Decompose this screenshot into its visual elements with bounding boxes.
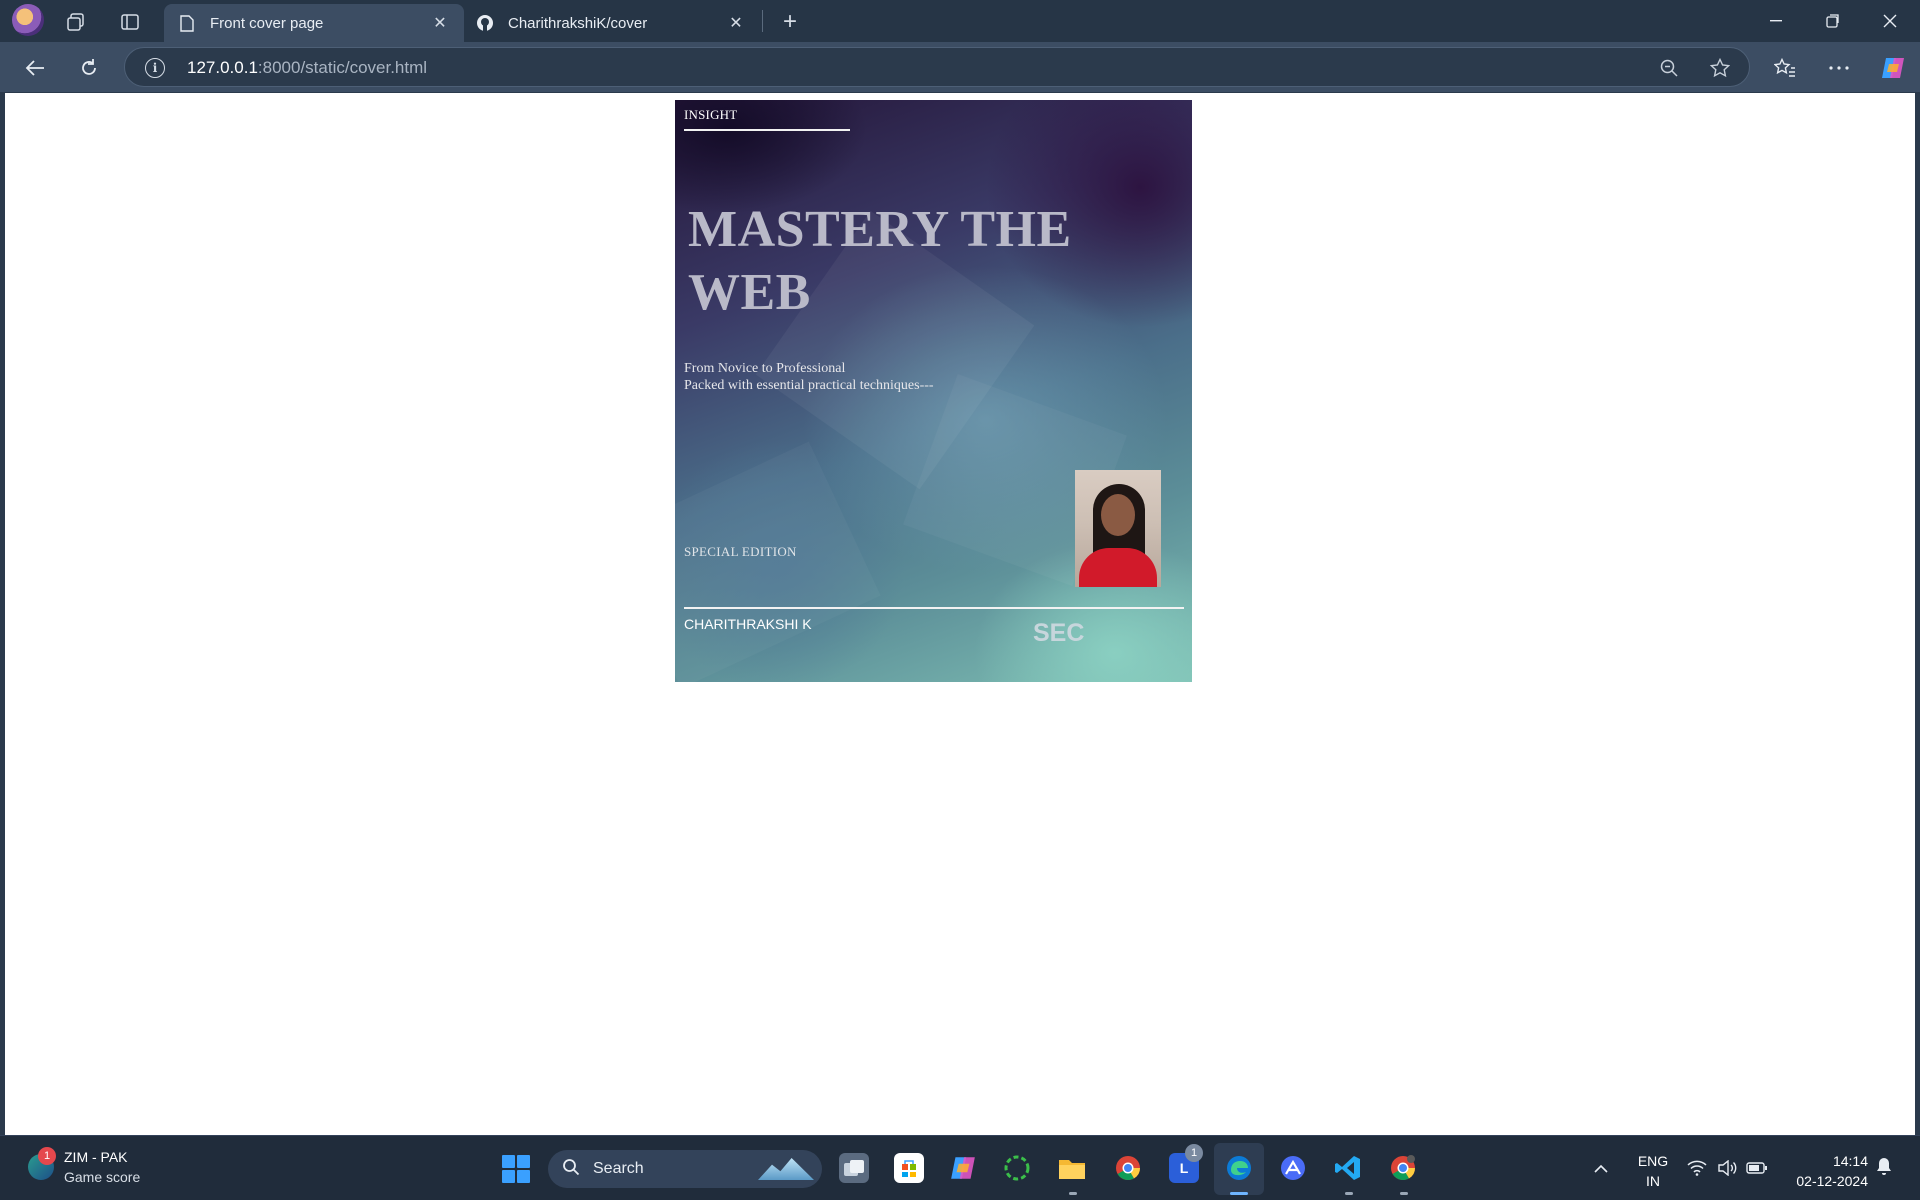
subtitle-line: From Novice to Professional	[684, 361, 846, 376]
running-indicator	[1069, 1192, 1077, 1195]
page-icon	[178, 14, 196, 32]
arc-app-icon[interactable]	[1278, 1153, 1308, 1183]
cover-facet	[675, 441, 881, 682]
task-view-icon[interactable]	[839, 1153, 869, 1183]
chrome-icon[interactable]	[1113, 1153, 1143, 1183]
volume-icon[interactable]	[1716, 1157, 1738, 1179]
back-icon[interactable]	[20, 53, 50, 83]
circle-app-icon[interactable]	[1002, 1153, 1032, 1183]
close-tab-icon[interactable]: ✕	[430, 13, 450, 33]
active-running-indicator	[1230, 1192, 1248, 1195]
tab-front-cover[interactable]: Front cover page ✕	[164, 4, 464, 42]
search-highlight-image	[758, 1158, 814, 1180]
search-label: Search	[593, 1160, 644, 1177]
url-text[interactable]: 127.0.0.1:8000/static/cover.html	[187, 58, 427, 78]
cover-subtitle: From Novice to Professional Packed with …	[684, 360, 934, 394]
publisher-label: INSIGHT	[684, 107, 738, 122]
running-indicator	[1400, 1192, 1408, 1195]
search-icon	[562, 1158, 580, 1181]
taskbar: 1 ZIM - PAK Game score Search L 1 ENG IN…	[0, 1135, 1920, 1200]
address-bar[interactable]: i 127.0.0.1:8000/static/cover.html	[124, 47, 1750, 87]
site-info-icon[interactable]: i	[145, 58, 165, 78]
microsoft-store-icon[interactable]	[894, 1153, 924, 1183]
workspaces-icon[interactable]	[62, 8, 90, 36]
region-code: IN	[1646, 1173, 1660, 1189]
close-window-icon[interactable]	[1862, 0, 1918, 42]
copilot-app-icon[interactable]	[948, 1153, 978, 1183]
tab-bar: Front cover page ✕ CharithrakshiK/cover …	[0, 0, 1920, 42]
refresh-icon[interactable]	[74, 53, 104, 83]
restore-icon[interactable]	[1805, 0, 1861, 42]
system-clock[interactable]: 14:14 02-12-2024	[1786, 1151, 1868, 1191]
tab-github-cover[interactable]: CharithrakshiK/cover ✕	[462, 4, 760, 42]
github-icon	[476, 14, 494, 32]
notification-bell-icon[interactable]	[1876, 1157, 1892, 1179]
running-indicator	[1345, 1192, 1353, 1195]
app-badge: 1	[1185, 1144, 1203, 1162]
more-options-icon[interactable]	[1824, 53, 1854, 83]
taskbar-search[interactable]: Search	[548, 1150, 822, 1188]
favorite-star-icon[interactable]	[1708, 56, 1732, 80]
publisher-divider	[684, 129, 850, 131]
widget-title: ZIM - PAK	[64, 1149, 128, 1165]
language-indicator[interactable]: ENG IN	[1634, 1151, 1672, 1191]
book-cover: INSIGHT MASTERY THE WEB From Novice to P…	[675, 100, 1192, 682]
wifi-icon[interactable]	[1686, 1157, 1708, 1179]
clock-date: 02-12-2024	[1796, 1173, 1868, 1189]
widgets-button[interactable]: 1 ZIM - PAK Game score	[24, 1147, 174, 1190]
photo-shirt	[1079, 548, 1157, 587]
navigation-toolbar: i 127.0.0.1:8000/static/cover.html	[0, 42, 1920, 92]
chrome-alt-icon[interactable]	[1388, 1153, 1418, 1183]
file-explorer-icon[interactable]	[1057, 1153, 1087, 1183]
favorites-icon[interactable]	[1770, 53, 1800, 83]
page-viewport: INSIGHT MASTERY THE WEB From Novice to P…	[5, 93, 1915, 1135]
author-divider	[684, 607, 1184, 609]
copilot-icon[interactable]	[1878, 53, 1908, 83]
language-code: ENG	[1637, 1153, 1669, 1169]
battery-icon[interactable]	[1746, 1157, 1768, 1179]
start-windows-icon[interactable]	[502, 1155, 530, 1183]
notification-badge: 1	[38, 1147, 56, 1165]
minimize-icon[interactable]	[1748, 0, 1804, 42]
photo-face	[1101, 494, 1135, 536]
clock-time: 14:14	[1832, 1153, 1868, 1169]
edition-label: SPECIAL EDITION	[684, 544, 797, 559]
new-tab-icon[interactable]: +	[776, 8, 804, 36]
vscode-icon[interactable]	[1333, 1153, 1363, 1183]
tab-title: CharithrakshiK/cover	[508, 14, 648, 32]
chevron-up-icon[interactable]	[1590, 1157, 1612, 1179]
widget-subtitle: Game score	[64, 1169, 141, 1185]
close-tab-icon[interactable]: ✕	[726, 13, 746, 33]
url-path: :8000/static/cover.html	[257, 58, 428, 77]
profile-avatar-icon[interactable]	[12, 4, 44, 36]
url-host: 127.0.0.1	[187, 58, 258, 77]
tab-separator	[762, 10, 763, 32]
zoom-out-icon[interactable]	[1657, 56, 1681, 80]
author-name: CHARITHRAKSHI K	[684, 616, 812, 632]
vertical-tabs-icon[interactable]	[116, 8, 144, 36]
subtitle-line: Packed with essential practical techniqu…	[684, 378, 934, 393]
tab-title: Front cover page	[210, 14, 324, 32]
edge-icon[interactable]	[1224, 1153, 1254, 1183]
cover-title: MASTERY THE WEB	[688, 201, 1072, 321]
imprint-logo: SEC	[1033, 619, 1085, 647]
author-photo	[1075, 470, 1161, 587]
